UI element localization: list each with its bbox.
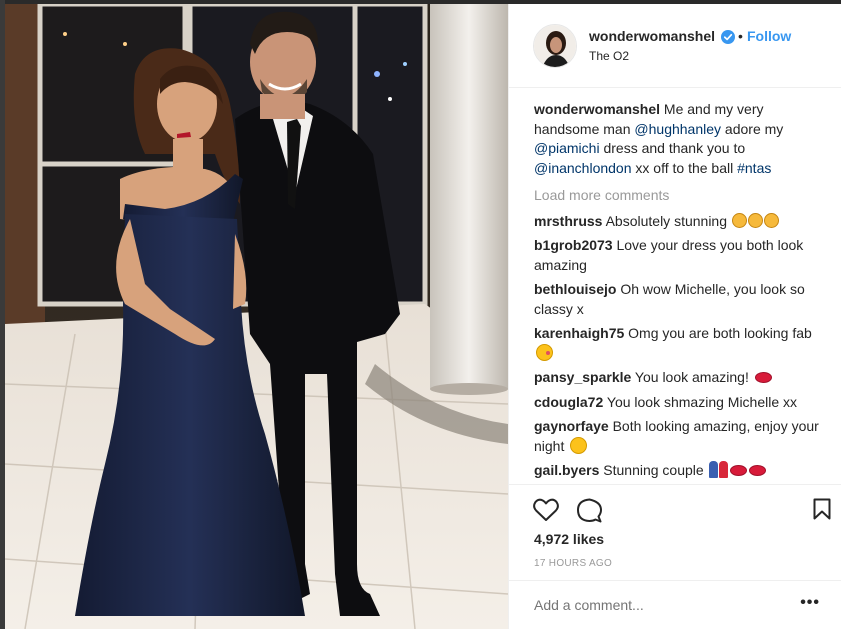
caption-text: adore my — [721, 120, 784, 137]
list-item: pansy_sparkle You look amazing! — [534, 368, 824, 388]
comment-username[interactable]: pansy_sparkle — [534, 369, 631, 385]
caption-mention[interactable]: @piamichi — [534, 140, 600, 156]
avatar[interactable] — [533, 24, 577, 68]
comment-username[interactable]: cdougla72 — [534, 394, 603, 410]
caption-mention[interactable]: @inanchlondon — [534, 160, 632, 176]
list-item: cdougla72 You look shmazing Michelle xx — [534, 393, 824, 413]
kissing-face-emoji-icon — [536, 343, 553, 361]
bookmark-icon[interactable] — [813, 498, 831, 525]
list-item: gail.byers Stunning couple — [534, 461, 824, 481]
list-item: gaynorfaye Both looking amazing, enjoy y… — [534, 417, 824, 456]
post-caption: wonderwomanshel Me and my very handsome … — [534, 100, 824, 178]
lips-emoji-icon — [729, 465, 747, 476]
add-comment-bar: ••• — [509, 580, 841, 630]
comment-text: Omg you are both looking fab — [624, 325, 812, 341]
post-actions: 4,972 likes 17 HOURS AGO ••• — [509, 484, 841, 629]
list-item: mrsthruss Absolutely stunning — [534, 212, 824, 232]
caption-mention[interactable]: @hughhanley — [634, 121, 721, 137]
comment-text: You look amazing! — [631, 369, 753, 385]
header-separator: • — [738, 28, 743, 44]
list-item: bethlouisejo Oh wow Michelle, you look s… — [534, 280, 824, 319]
load-more-comments-button[interactable]: Load more comments — [534, 186, 824, 206]
more-options-button[interactable]: ••• — [800, 594, 820, 612]
post-author-username[interactable]: wonderwomanshel — [589, 28, 715, 44]
post-sidebar: wonderwomanshel • Follow The O2 wonderwo… — [508, 4, 841, 629]
dancing-man-emoji-icon — [708, 461, 718, 478]
post-location[interactable]: The O2 — [589, 49, 629, 63]
comments-list: wonderwomanshel Me and my very handsome … — [534, 100, 824, 486]
dancing-woman-emoji-icon — [718, 461, 728, 478]
comment-username[interactable]: b1grob2073 — [534, 237, 613, 253]
comment-username[interactable]: karenhaigh75 — [534, 325, 624, 341]
clapping-hands-emoji-icon — [731, 212, 747, 228]
clapping-hands-emoji-icon — [763, 212, 779, 228]
post-photo[interactable] — [5, 4, 508, 629]
comment-text: You look shmazing Michelle xx — [603, 393, 798, 410]
follow-button[interactable]: Follow — [747, 28, 791, 44]
comment-username[interactable]: gaynorfaye — [534, 418, 609, 434]
caption-text: dress and thank you to — [599, 140, 746, 156]
post-header: wonderwomanshel • Follow The O2 — [509, 4, 841, 88]
verified-badge-icon — [721, 30, 735, 44]
heart-icon[interactable] — [533, 498, 559, 527]
post-photo-illustration — [5, 4, 508, 629]
list-item: karenhaigh75 Omg you are both looking fa… — [534, 324, 824, 363]
list-item: b1grob2073 Love your dress you both look… — [534, 236, 824, 275]
comment-text: Absolutely stunning — [602, 212, 731, 229]
smiling-face-emoji-icon — [570, 436, 588, 454]
add-comment-input[interactable] — [534, 597, 794, 613]
caption-text: xx off to the ball — [631, 159, 738, 176]
comment-username[interactable]: bethlouisejo — [534, 281, 616, 297]
instagram-post-window: wonderwomanshel • Follow The O2 wonderwo… — [0, 0, 841, 629]
lips-emoji-icon — [754, 372, 772, 383]
caption-hashtag[interactable]: #ntas — [737, 160, 771, 176]
comment-username[interactable]: gail.byers — [534, 462, 599, 478]
comment-text: Stunning couple — [599, 462, 708, 478]
avatar-image — [534, 25, 576, 67]
lips-emoji-icon — [748, 465, 766, 476]
likes-count[interactable]: 4,972 likes — [534, 531, 604, 547]
post-timestamp[interactable]: 17 HOURS AGO — [534, 558, 612, 569]
clapping-hands-emoji-icon — [747, 212, 763, 228]
speech-bubble-icon[interactable] — [577, 498, 602, 528]
comment-username[interactable]: mrsthruss — [534, 213, 602, 229]
caption-username[interactable]: wonderwomanshel — [534, 101, 660, 117]
